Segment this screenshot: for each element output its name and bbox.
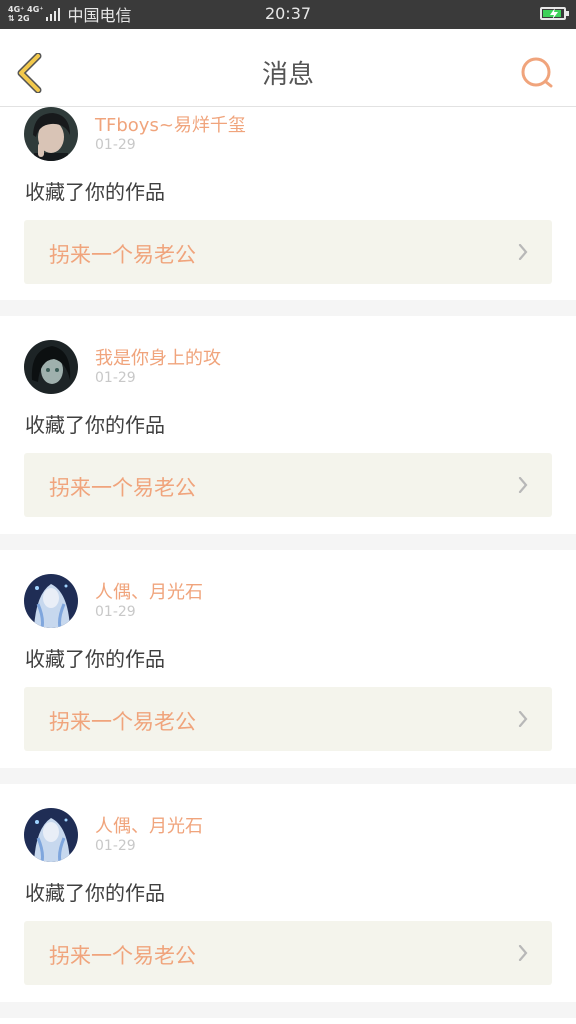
status-time: 20:37 <box>264 4 312 23</box>
user-avatar[interactable] <box>24 340 78 394</box>
app-header: 消息 <box>0 29 576 107</box>
message-card: TFboys~易烊千玺 01-29 收藏了你的作品 拐来一个易老公 <box>0 107 576 300</box>
message-date: 01-29 <box>95 838 136 854</box>
chevron-right-icon <box>518 711 528 727</box>
chevron-right-icon <box>518 244 528 260</box>
message-card: 人偶、月光石 01-29 收藏了你的作品 拐来一个易老公 <box>0 784 576 1002</box>
search-icon <box>521 57 553 88</box>
chevron-right-icon <box>518 477 528 493</box>
user-avatar[interactable] <box>24 808 78 862</box>
work-link[interactable]: 拐来一个易老公 <box>24 453 552 517</box>
work-title: 拐来一个易老公 <box>49 710 196 734</box>
message-date: 01-29 <box>95 604 136 620</box>
page-title: 消息 <box>261 60 314 90</box>
message-action: 收藏了你的作品 <box>25 413 165 437</box>
message-list[interactable]: TFboys~易烊千玺 01-29 收藏了你的作品 拐来一个易老公 我是你身上的… <box>0 107 576 1024</box>
message-action: 收藏了你的作品 <box>25 180 165 204</box>
work-link[interactable]: 拐来一个易老公 <box>24 921 552 985</box>
chevron-right-icon <box>518 945 528 961</box>
work-title: 拐来一个易老公 <box>49 476 196 500</box>
user-avatar[interactable] <box>24 107 78 161</box>
message-action: 收藏了你的作品 <box>25 881 165 905</box>
status-bar: 4G⁺ 4G⁺ ⇅ 2G 中国电信 20:37 <box>0 0 576 29</box>
user-avatar[interactable] <box>24 574 78 628</box>
work-title: 拐来一个易老公 <box>49 243 196 267</box>
work-link[interactable]: 拐来一个易老公 <box>24 687 552 751</box>
battery-charging-icon <box>540 7 569 20</box>
message-card <box>0 1018 576 1024</box>
user-name[interactable]: TFboys~易烊千玺 <box>95 111 246 137</box>
message-action: 收藏了你的作品 <box>25 647 165 671</box>
message-card: 我是你身上的攻 01-29 收藏了你的作品 拐来一个易老公 <box>0 316 576 534</box>
search-button[interactable] <box>520 56 554 90</box>
message-card: 人偶、月光石 01-29 收藏了你的作品 拐来一个易老公 <box>0 550 576 768</box>
work-title: 拐来一个易老公 <box>49 944 196 968</box>
message-date: 01-29 <box>95 370 136 386</box>
user-name[interactable]: 人偶、月光石 <box>95 812 203 838</box>
work-link[interactable]: 拐来一个易老公 <box>24 220 552 284</box>
message-date: 01-29 <box>95 137 136 153</box>
user-name[interactable]: 人偶、月光石 <box>95 578 203 604</box>
user-name[interactable]: 我是你身上的攻 <box>95 344 221 370</box>
